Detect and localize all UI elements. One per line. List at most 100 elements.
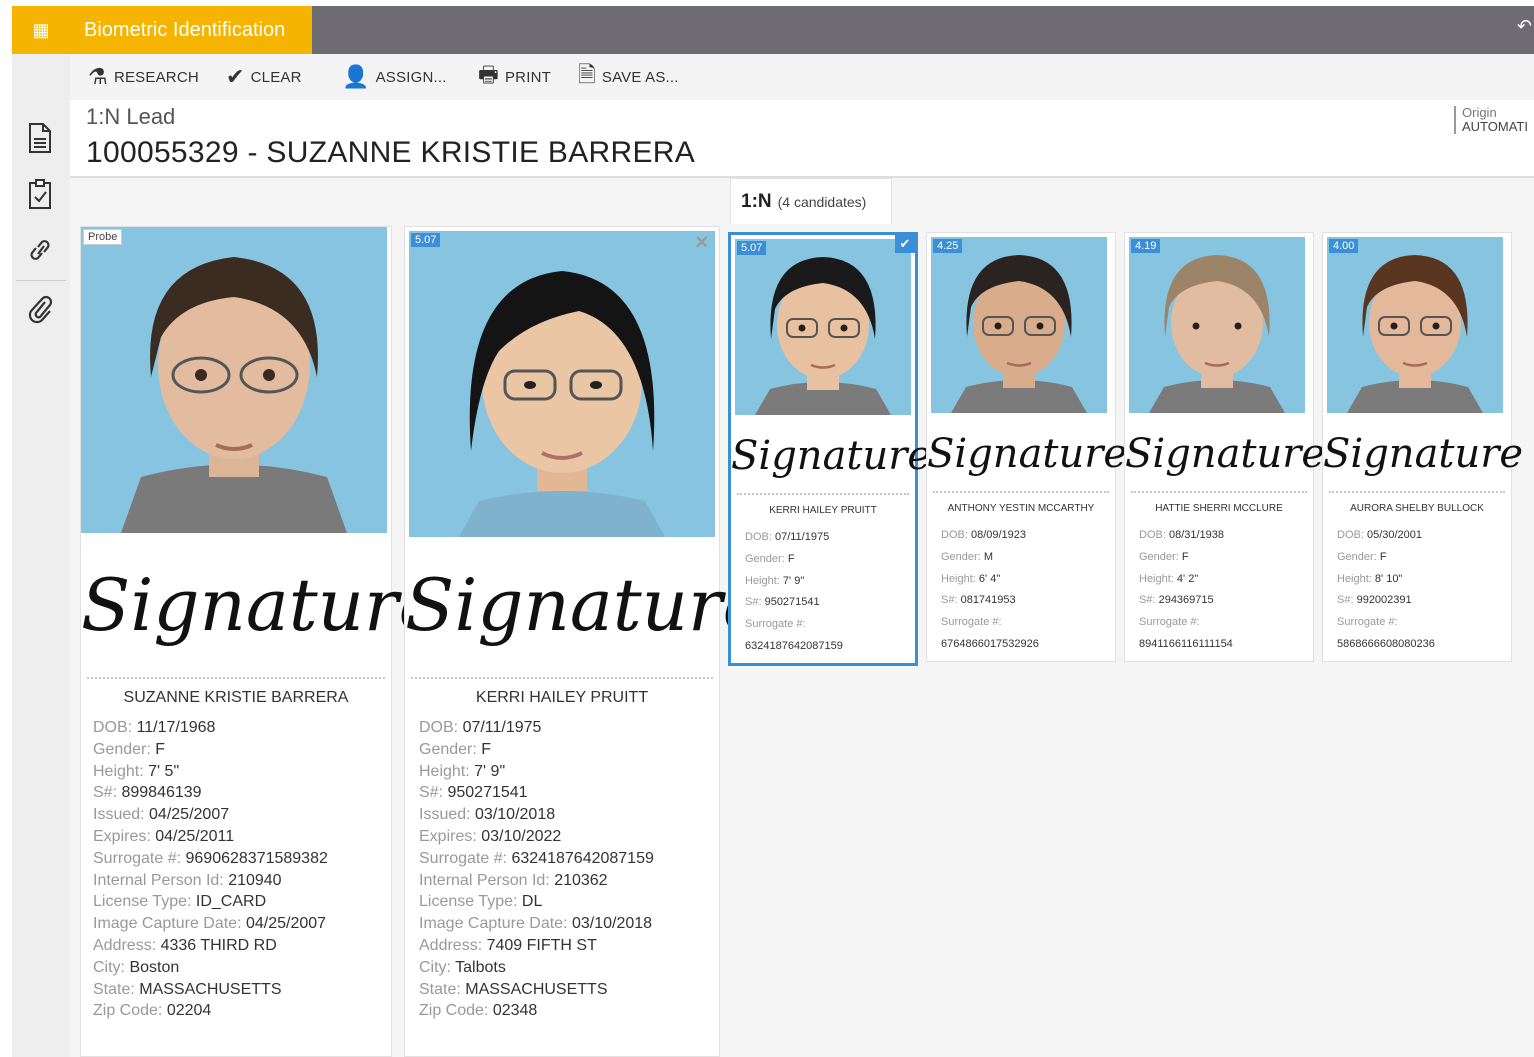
detail-value: 4336 THIRD RD	[160, 936, 277, 954]
candidate-card[interactable]: 4.19 Signature HATTIE SHERRI MCCLURE DOB: 0…	[1124, 232, 1325, 662]
save-as-label: SAVE AS...	[601, 68, 679, 86]
detail-row: State: MASSACHUSETTS	[419, 979, 654, 1001]
candidate-photo: 4.00	[1327, 237, 1503, 413]
detail-label: Expires:	[419, 827, 482, 845]
detail-row: 6764866017532926	[941, 634, 1039, 656]
detail-row: Gender: F	[419, 739, 654, 761]
tab-count: (4 candidates)	[777, 193, 867, 210]
clear-button[interactable]: ✔ CLEAR	[226, 54, 302, 100]
detail-row: Surrogate #:	[1139, 612, 1233, 634]
printer-icon: 🖶	[478, 62, 499, 87]
detail-label: License Type:	[419, 893, 522, 911]
origin-label: Origin	[1462, 105, 1497, 120]
selected-check-icon[interactable]: ✔	[895, 235, 915, 253]
detail-label: Height:	[93, 762, 149, 780]
detail-label: Surrogate #:	[941, 616, 1002, 629]
detail-label: Height:	[1139, 572, 1177, 585]
candidate-details: DOB: 08/09/1923 Gender: M Height: 6' 4" S#:…	[941, 525, 1039, 656]
candidate-photo: 4.19	[1129, 237, 1305, 413]
candidate-card[interactable]: 5.07 ✔ Signature KERRI HAILEY PRUITT DOB: 07…	[728, 232, 932, 666]
detail-row: Image Capture Date: 04/25/2007	[93, 913, 328, 935]
detail-value: F	[1379, 550, 1387, 563]
face-photo-icon	[1327, 237, 1503, 413]
detail-value: 899846139	[121, 784, 202, 802]
assign-button[interactable]: 👤 ASSIGN...	[342, 54, 447, 100]
print-button[interactable]: 🖶 PRINT	[478, 54, 551, 100]
detail-row: Gender: F	[1337, 547, 1435, 569]
detail-label: Zip Code:	[419, 1002, 493, 1020]
file-icon: 🗎	[578, 62, 596, 87]
detail-value: MASSACHUSETTS	[465, 980, 608, 998]
match-details: DOB: 07/11/1975 Gender: F Height: 7' 9" S#:…	[419, 717, 654, 1022]
clipboard-check-icon[interactable]	[24, 178, 56, 210]
detail-label: Gender:	[941, 550, 984, 563]
detail-label: DOB:	[93, 719, 137, 736]
detail-row: Surrogate #: 9690628371589382	[93, 848, 328, 870]
close-icon[interactable]: ✕	[695, 233, 709, 253]
tab-1n[interactable]: 1:N (4 candidates)	[730, 178, 892, 224]
detail-value: 081741953	[960, 594, 1016, 607]
detail-label: Surrogate #:	[745, 618, 806, 631]
detail-label: Issued:	[93, 806, 150, 824]
score-badge: 4.25	[933, 239, 963, 253]
candidate-name: ANTHONY YESTIN MCCARTHY	[947, 503, 1095, 514]
detail-label: S#:	[941, 594, 961, 607]
detail-row: DOB: 07/11/1975	[745, 527, 843, 549]
detail-row: DOB: 08/31/1938	[1139, 525, 1233, 547]
detail-label: Surrogate #:	[1139, 616, 1200, 629]
document-icon[interactable]	[24, 122, 56, 154]
detail-value: DL	[521, 893, 543, 911]
candidate-photo: 4.25	[931, 237, 1107, 413]
sidebar-divider	[16, 280, 66, 281]
link-icon[interactable]	[24, 234, 56, 266]
detail-row: City: Boston	[93, 957, 328, 979]
probe-name: SUZANNE KRISTIE BARRERA	[123, 689, 349, 706]
tab-label: 1:N	[741, 190, 772, 212]
detail-label: S#:	[93, 784, 122, 802]
detail-value: 07/11/1975	[462, 719, 542, 736]
match-name: KERRI HAILEY PRUITT	[475, 689, 649, 706]
candidate-card[interactable]: 4.00 Signature AURORA SHELBY BULLOCK DOB: 0…	[1322, 232, 1524, 662]
detail-value: 03/10/2022	[481, 827, 562, 845]
candidate-signature: Signature	[1323, 431, 1524, 477]
save-as-button[interactable]: 🗎 SAVE AS...	[578, 54, 679, 100]
detail-row: Height: 7' 9"	[745, 571, 843, 593]
detail-label: Surrogate #:	[419, 849, 512, 867]
detail-row: Height: 4' 2"	[1139, 569, 1233, 591]
detail-value: 6324187642087159	[511, 849, 654, 867]
face-photo-icon	[735, 239, 911, 415]
detail-label: DOB:	[941, 529, 971, 541]
probe-card: Probe Signature SUZANNE KRISTIE BARRERA …	[80, 226, 441, 1057]
detail-value: MASSACHUSETTS	[139, 980, 282, 998]
divider	[87, 677, 385, 679]
detail-row: License Type: ID_CARD	[93, 891, 328, 913]
detail-row: Height: 7' 5"	[93, 761, 328, 783]
candidate-card[interactable]: 4.25 Signature ANTHONY YESTIN MCCARTHY DOB:…	[926, 232, 1127, 662]
microscope-icon: ⚗	[88, 64, 108, 89]
detail-value: F	[787, 552, 795, 565]
research-button[interactable]: ⚗ RESEARCH	[88, 54, 199, 100]
detail-label: DOB:	[1337, 529, 1367, 541]
app-menu-grid-icon[interactable]: ▦	[12, 6, 70, 54]
detail-row: Surrogate #: 6324187642087159	[419, 848, 654, 870]
detail-row: Surrogate #:	[941, 612, 1039, 634]
detail-row: Zip Code: 02204	[93, 1000, 328, 1022]
back-arrow-icon[interactable]: ↶	[1517, 16, 1532, 37]
match-photo: 5.07 ✕	[409, 231, 715, 537]
detail-value: 6764866017532926	[941, 637, 1039, 650]
probe-badge: Probe	[83, 229, 123, 245]
detail-row: Internal Person Id: 210940	[93, 870, 328, 892]
paperclip-icon[interactable]	[24, 292, 56, 324]
detail-value: 08/09/1923	[970, 529, 1027, 541]
detail-row: Surrogate #:	[1337, 612, 1435, 634]
detail-row: City: Talbots	[419, 957, 654, 979]
detail-label: Address:	[419, 936, 487, 954]
top-bar: ▦ Biometric Identification ↶	[12, 6, 1534, 54]
detail-value: 210362	[554, 871, 608, 889]
candidate-signature: Signature	[731, 433, 932, 479]
detail-label: DOB:	[419, 719, 463, 736]
detail-value: Boston	[129, 958, 180, 976]
detail-label: Height:	[941, 572, 979, 585]
comparison-area: 1:N (4 candidates) Probe Signature SUZAN…	[70, 178, 1534, 1057]
detail-label: City:	[93, 958, 130, 976]
